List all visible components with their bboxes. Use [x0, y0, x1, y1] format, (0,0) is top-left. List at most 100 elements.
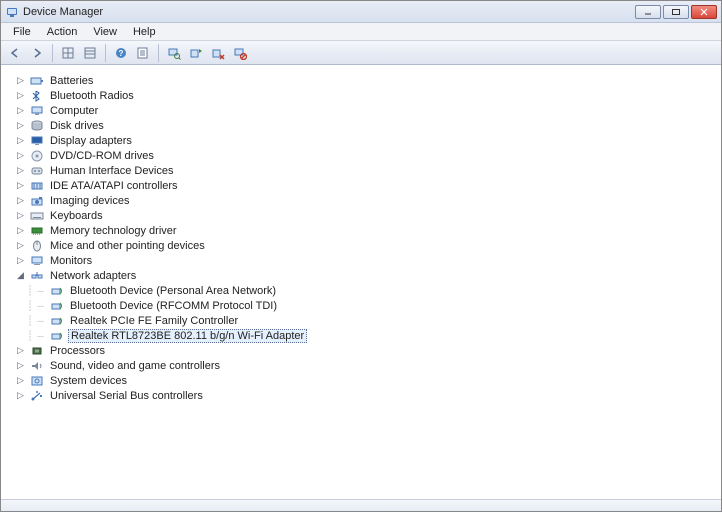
tree-node[interactable]: ┊─Bluetooth Device (Personal Area Networ…: [9, 283, 717, 298]
titlebar: Device Manager: [1, 1, 721, 23]
tree-node-label: Batteries: [48, 75, 95, 87]
help-icon: ?: [114, 46, 128, 60]
expand-icon[interactable]: ▷: [15, 105, 26, 116]
toolbar-update-driver-button[interactable]: [186, 43, 206, 63]
toolbar-uninstall-button[interactable]: [208, 43, 228, 63]
menu-action[interactable]: Action: [39, 25, 86, 39]
expand-icon[interactable]: ▷: [15, 165, 26, 176]
scan-hardware-icon: [167, 46, 181, 60]
display-icon: [29, 134, 45, 148]
disable-icon: [233, 46, 247, 60]
mouse-icon: [29, 239, 45, 253]
tree-node-label: Disk drives: [48, 120, 106, 132]
tree-node-label: Imaging devices: [48, 195, 132, 207]
tree-node[interactable]: ┊─Realtek RTL8723BE 802.11 b/g/n Wi-Fi A…: [9, 328, 717, 343]
sound-icon: [29, 359, 45, 373]
toolbar-back-button[interactable]: [5, 43, 25, 63]
tree-node-label: Bluetooth Device (Personal Area Network): [68, 285, 278, 297]
tree-node[interactable]: ▷ Batteries: [9, 73, 717, 88]
device-tree[interactable]: ▷Batteries▷Bluetooth Radios▷Computer▷Dis…: [1, 65, 721, 499]
toolbar-properties-button[interactable]: [133, 43, 153, 63]
window-controls: [635, 5, 717, 19]
tree-node-label: Universal Serial Bus controllers: [48, 390, 205, 402]
tree-node[interactable]: ▷ Sound, video and game controllers: [9, 358, 717, 373]
tree-node[interactable]: ▷Memory technology driver: [9, 223, 717, 238]
tree-node-label: Sound, video and game controllers: [48, 360, 222, 372]
toolbar-grid-b-button[interactable]: [80, 43, 100, 63]
toolbar-separator: [105, 44, 106, 62]
grid-b-icon: [83, 46, 97, 60]
expand-icon[interactable]: ▷: [15, 75, 26, 86]
tree-node[interactable]: ▷Bluetooth Radios: [9, 88, 717, 103]
optical-icon: [29, 149, 45, 163]
expand-icon[interactable]: ▷: [15, 240, 26, 251]
toolbar: ?: [1, 41, 721, 65]
tree-node[interactable]: ▷Human Interface Devices: [9, 163, 717, 178]
imaging-icon: [29, 194, 45, 208]
tree-node[interactable]: ▷ Computer: [9, 103, 717, 118]
memory-icon: [29, 224, 45, 238]
toolbar-separator: [158, 44, 159, 62]
tree-node[interactable]: ▷ Imaging devices: [9, 193, 717, 208]
expand-icon[interactable]: ▷: [15, 210, 26, 221]
expand-icon[interactable]: ▷: [15, 360, 26, 371]
menubar: File Action View Help: [1, 23, 721, 41]
minimize-button[interactable]: [635, 5, 661, 19]
tree-node[interactable]: ┊─Bluetooth Device (RFCOMM Protocol TDI): [9, 298, 717, 313]
tree-node[interactable]: ▷ Disk drives: [9, 118, 717, 133]
bluetooth-icon: [29, 89, 45, 103]
expand-icon[interactable]: ▷: [15, 375, 26, 386]
tree-node-label: Keyboards: [48, 210, 105, 222]
tree-node-label: Computer: [48, 105, 100, 117]
ide-icon: [29, 179, 45, 193]
expand-icon[interactable]: ▷: [15, 180, 26, 191]
tree-node[interactable]: ▷IDE ATA/ATAPI controllers: [9, 178, 717, 193]
show-hidden-icon: [61, 46, 75, 60]
toolbar-help-button[interactable]: ?: [111, 43, 131, 63]
expand-icon[interactable]: ▷: [15, 390, 26, 401]
tree-node[interactable]: ▷DVD/CD-ROM drives: [9, 148, 717, 163]
monitor-icon: [29, 254, 45, 268]
toolbar-show-hidden-button[interactable]: [58, 43, 78, 63]
tree-node-label: Realtek PCIe FE Family Controller: [68, 315, 240, 327]
menu-file[interactable]: File: [5, 25, 39, 39]
keyboard-icon: [29, 209, 45, 223]
battery-icon: [29, 74, 45, 88]
menu-help[interactable]: Help: [125, 25, 164, 39]
expand-icon[interactable]: ▷: [15, 225, 26, 236]
toolbar-forward-button[interactable]: [27, 43, 47, 63]
menu-view[interactable]: View: [85, 25, 125, 39]
tree-node[interactable]: ▷Processors: [9, 343, 717, 358]
update-driver-icon: [189, 46, 203, 60]
tree-node[interactable]: ▷Display adapters: [9, 133, 717, 148]
back-icon: [8, 46, 22, 60]
tree-node[interactable]: ▷ Keyboards: [9, 208, 717, 223]
net-device-icon: [49, 299, 65, 313]
tree-node-label: Network adapters: [48, 270, 138, 282]
expand-icon[interactable]: ▷: [15, 255, 26, 266]
tree-node[interactable]: ◢ Network adapters: [9, 268, 717, 283]
expand-icon[interactable]: ▷: [15, 195, 26, 206]
expand-icon[interactable]: ▷: [15, 120, 26, 131]
tree-node[interactable]: ▷Mice and other pointing devices: [9, 238, 717, 253]
properties-icon: [136, 46, 150, 60]
uninstall-icon: [211, 46, 225, 60]
expand-icon[interactable]: ▷: [15, 345, 26, 356]
toolbar-scan-hardware-button[interactable]: [164, 43, 184, 63]
app-icon: [5, 5, 19, 19]
net-device-icon: [49, 314, 65, 328]
expand-icon[interactable]: ▷: [15, 135, 26, 146]
net-device-icon: [49, 284, 65, 298]
close-button[interactable]: [691, 5, 717, 19]
tree-node[interactable]: ▷ Universal Serial Bus controllers: [9, 388, 717, 403]
tree-node[interactable]: ▷System devices: [9, 373, 717, 388]
collapse-icon[interactable]: ◢: [15, 270, 26, 281]
maximize-button[interactable]: [663, 5, 689, 19]
toolbar-disable-button[interactable]: [230, 43, 250, 63]
tree-node[interactable]: ┊─Realtek PCIe FE Family Controller: [9, 313, 717, 328]
tree-node-label: Realtek RTL8723BE 802.11 b/g/n Wi-Fi Ada…: [68, 329, 307, 343]
expand-icon[interactable]: ▷: [15, 90, 26, 101]
tree-node[interactable]: ▷Monitors: [9, 253, 717, 268]
expand-icon[interactable]: ▷: [15, 150, 26, 161]
window-title: Device Manager: [23, 6, 635, 18]
